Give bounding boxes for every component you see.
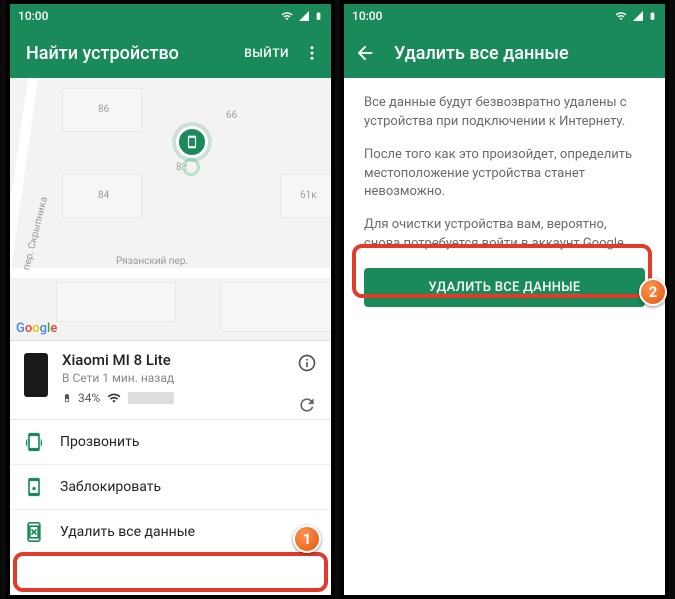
app-bar: Удалить все данные <box>344 28 665 78</box>
accuracy-circle <box>182 158 200 176</box>
google-attribution: Google <box>16 321 57 336</box>
wifi-icon <box>106 391 122 405</box>
signal-icon <box>632 10 644 22</box>
refresh-icon[interactable] <box>297 395 317 415</box>
device-name: Xiaomi MI 8 Lite <box>62 351 297 369</box>
status-bar: 10:00 <box>10 4 331 28</box>
network-name-redacted <box>128 392 174 404</box>
action-ring[interactable]: Прозвонить <box>10 420 331 465</box>
para-2: После того как это произойдет, определит… <box>364 146 645 203</box>
para-1: Все данные будут безвозвратно удалены с … <box>364 94 645 132</box>
status-icons <box>280 9 323 23</box>
back-icon[interactable] <box>354 42 376 64</box>
erase-all-button[interactable]: УДАЛИТЬ ВСЕ ДАННЫЕ <box>364 268 645 307</box>
para-3: Для очистки устройства вам, вероятно, сн… <box>364 216 645 254</box>
street-label: пер. Скрыпника <box>21 196 50 272</box>
house-number: 86 <box>98 104 109 115</box>
action-label: Заблокировать <box>60 479 161 495</box>
page-title: Найти устройство <box>20 43 244 64</box>
more-icon[interactable] <box>303 44 321 62</box>
page-title: Удалить все данные <box>376 43 655 64</box>
phone-left: 10:00 Найти устройство ВЫЙТИ 86 84 82 66… <box>6 0 335 599</box>
action-list: Прозвонить Заблокировать Удалить все дан… <box>10 419 331 555</box>
step-badge-2: 2 <box>639 278 667 306</box>
signal-icon <box>298 10 310 22</box>
wifi-icon <box>614 10 628 22</box>
status-bar: 10:00 <box>344 4 665 28</box>
wifi-icon <box>280 10 294 22</box>
device-status: В Сети 1 мин. назад <box>62 371 297 385</box>
device-card[interactable]: Xiaomi MI 8 Lite В Сети 1 мин. назад 34% <box>10 340 331 419</box>
status-time: 10:00 <box>352 9 382 23</box>
map-view[interactable]: 86 84 82 66 61к Рязанский пер. пер. Скры… <box>10 78 331 340</box>
street-label: Рязанский пер. <box>116 256 188 267</box>
house-number: 66 <box>226 110 237 121</box>
device-pin[interactable] <box>176 126 208 158</box>
battery-icon <box>314 9 323 23</box>
action-label: Прозвонить <box>60 434 139 450</box>
action-erase[interactable]: Удалить все данные <box>10 510 331 555</box>
ring-icon <box>24 432 44 452</box>
app-bar: Найти устройство ВЫЙТИ <box>10 28 331 78</box>
action-lock[interactable]: Заблокировать <box>10 465 331 510</box>
status-time: 10:00 <box>18 9 48 23</box>
status-icons <box>614 9 657 23</box>
house-number: 61к <box>300 190 317 201</box>
device-stats: 34% <box>62 391 297 405</box>
lock-icon <box>24 477 44 497</box>
house-number: 84 <box>98 190 109 201</box>
battery-level: 34% <box>78 391 100 405</box>
battery-icon <box>648 9 657 23</box>
device-thumbnail <box>24 353 48 397</box>
description: Все данные будут безвозвратно удалены с … <box>344 78 665 254</box>
logout-button[interactable]: ВЫЙТИ <box>244 46 289 60</box>
erase-icon <box>24 522 44 542</box>
info-icon[interactable] <box>297 353 317 373</box>
step-badge-1: 1 <box>293 525 321 553</box>
phone-right: 10:00 Удалить все данные Все данные буду… <box>340 0 669 599</box>
action-label: Удалить все данные <box>60 524 195 540</box>
battery-icon <box>62 391 72 405</box>
